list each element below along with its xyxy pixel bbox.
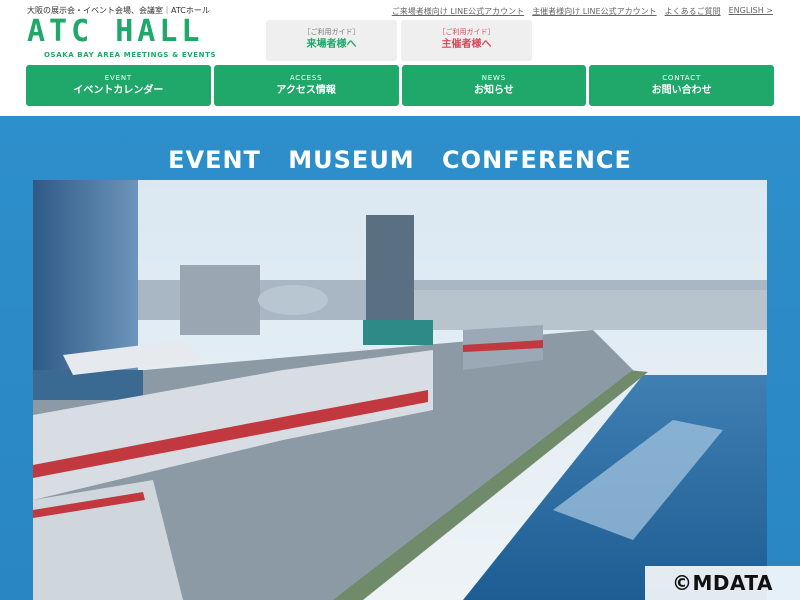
nav-access-en: ACCESS <box>289 74 323 82</box>
nav-news-en: NEWS <box>481 74 506 82</box>
nav-access-jp: アクセス情報 <box>276 85 336 96</box>
organizer-guide-caption: ［ご利用ガイド］ <box>438 28 495 36</box>
logo-subtitle: OSAKA BAY AREA MEETINGS & EVENTS <box>44 51 217 59</box>
nav-contact[interactable]: CONTACT お問い合わせ <box>589 65 774 106</box>
organizer-guide-label: 主催者様へ <box>441 39 492 50</box>
top-links: ご来場者様向け LINE公式アカウント 主催者様向け LINE公式アカウント よ… <box>392 6 773 17</box>
copyright-badge: ©MDATA <box>645 566 800 600</box>
organizer-guide-button[interactable]: ［ご利用ガイド］ 主催者様へ <box>401 20 532 61</box>
visitor-line-link[interactable]: ご来場者様向け LINE公式アカウント <box>392 6 524 17</box>
main-nav: EVENT イベントカレンダー ACCESS アクセス情報 NEWS お知らせ … <box>26 65 774 106</box>
nav-contact-jp: お問い合わせ <box>651 85 712 96</box>
hero-photo-illustration <box>33 180 767 600</box>
nav-contact-en: CONTACT <box>662 74 702 82</box>
nav-event-en: EVENT <box>104 74 132 82</box>
nav-access[interactable]: ACCESS アクセス情報 <box>213 65 399 106</box>
hero-photo <box>33 180 767 600</box>
visitor-guide-label: 来場者様へ <box>306 39 357 50</box>
nav-news-jp: お知らせ <box>473 85 514 96</box>
site-logo[interactable]: ATC HALL <box>27 16 204 48</box>
organizer-line-link[interactable]: 主催者様向け LINE公式アカウント <box>532 6 656 17</box>
visitor-guide-caption: ［ご利用ガイド］ <box>303 28 360 36</box>
faq-link[interactable]: よくあるご質問 <box>665 6 721 17</box>
hero-title: EVENT MUSEUM CONFERENCE <box>168 146 632 174</box>
nav-event-jp: イベントカレンダー <box>73 85 164 96</box>
english-link[interactable]: ENGLISH > <box>729 6 773 17</box>
site-header: 大阪の展示会・イベント会場、会議室｜ATCホール ATC HALL OSAKA … <box>0 0 800 116</box>
nav-event[interactable]: EVENT イベントカレンダー <box>26 65 211 106</box>
nav-news[interactable]: NEWS お知らせ <box>401 65 587 106</box>
visitor-guide-button[interactable]: ［ご利用ガイド］ 来場者様へ <box>266 20 397 61</box>
hero-section: EVENT MUSEUM CONFERENCE ©MDATA <box>0 116 800 600</box>
